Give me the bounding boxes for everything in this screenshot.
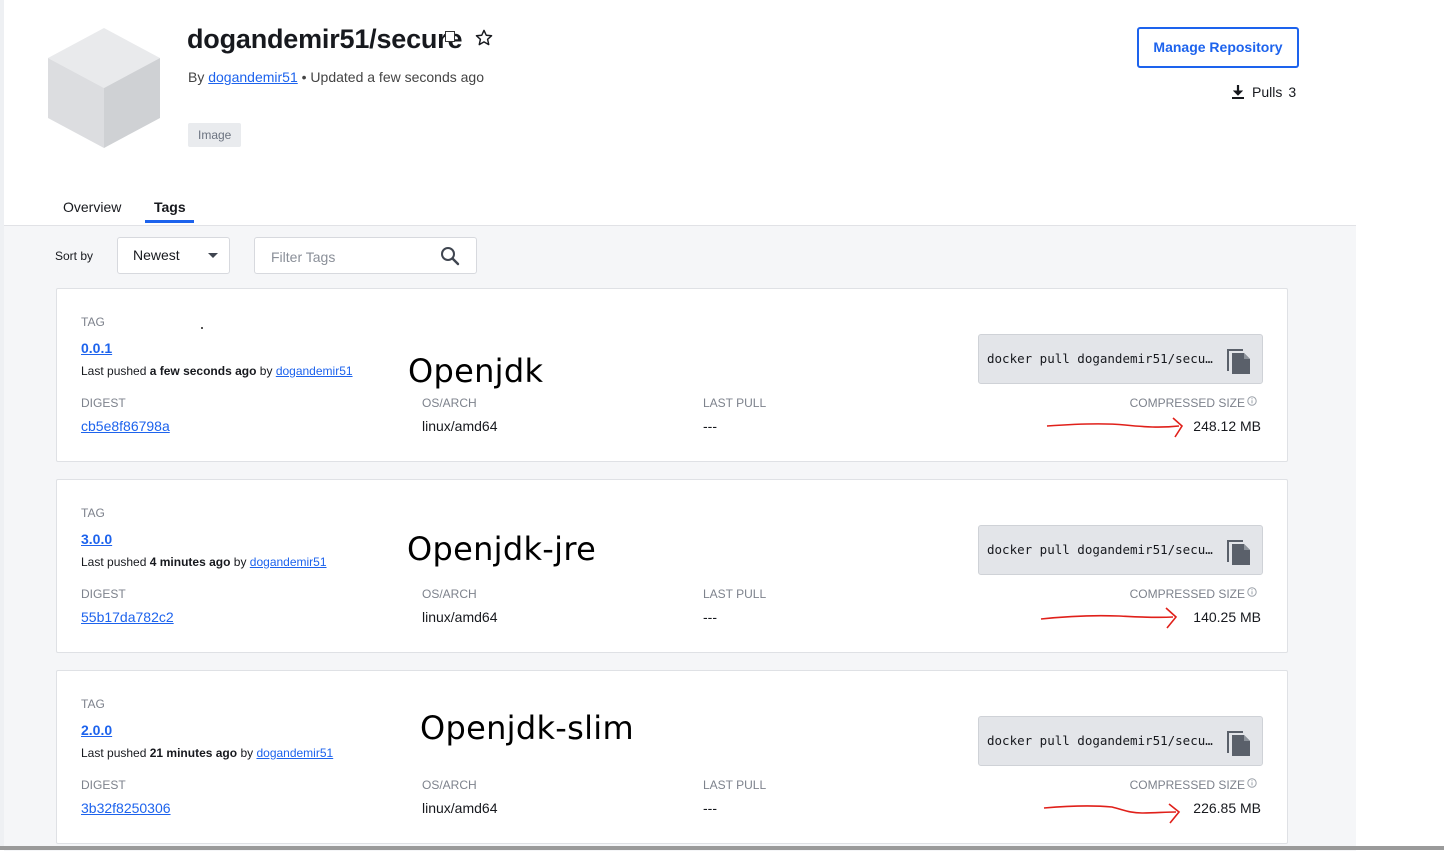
tag-card: TAG 2.0.0 Last pushed 21 minutes ago by … xyxy=(56,670,1288,844)
last-pushed-text: Last pushed a few seconds ago by dogande… xyxy=(81,364,353,378)
pushed-time: 4 minutes ago xyxy=(149,555,231,569)
pushed-prefix: Last pushed xyxy=(81,555,147,569)
download-icon xyxy=(1232,85,1244,99)
digest-link[interactable]: 55b17da782c2 xyxy=(81,609,174,625)
compressed-size-value: 140.25 MB xyxy=(1193,609,1261,625)
image-badge: Image xyxy=(188,123,242,147)
pushed-time: a few seconds ago xyxy=(149,364,257,378)
copy-icon[interactable] xyxy=(1223,344,1255,376)
tag-column-label: TAG xyxy=(81,315,105,329)
red-arrow-annotation xyxy=(1040,607,1178,629)
repository-cube-icon xyxy=(48,28,160,148)
docker-pull-command-box[interactable]: docker pull dogandemir51/secure… xyxy=(978,525,1263,575)
stray-dot xyxy=(201,327,203,329)
info-icon[interactable] xyxy=(1247,587,1257,597)
pushed-time: 21 minutes ago xyxy=(149,746,238,760)
repository-title: dogandemir51/secure xyxy=(187,24,463,54)
pushed-by: by xyxy=(259,364,273,378)
updated-text: • Updated a few seconds ago xyxy=(301,69,484,85)
copy-icon[interactable] xyxy=(1223,535,1255,567)
chevron-down-icon xyxy=(208,253,218,258)
pushed-by: by xyxy=(233,555,247,569)
last-pull-column-label: LAST PULL xyxy=(703,778,767,792)
os-arch-column-label: OS/ARCH xyxy=(422,396,477,410)
copy-icon[interactable] xyxy=(1223,726,1255,758)
tag-link[interactable]: 3.0.0 xyxy=(81,531,112,547)
text-cursor-icon xyxy=(445,31,455,42)
compressed-size-label: COMPRESSED SIZE xyxy=(1129,587,1245,601)
os-arch-value: linux/amd64 xyxy=(422,609,498,625)
filter-tags-input[interactable] xyxy=(269,246,433,268)
annotation-label: Openjdk-jre xyxy=(407,530,597,568)
tag-column-label: TAG xyxy=(81,506,105,520)
sort-value: Newest xyxy=(133,247,180,263)
digest-column-label: DIGEST xyxy=(81,396,126,410)
manage-repository-button[interactable]: Manage Repository xyxy=(1137,27,1299,68)
docker-pull-command: docker pull dogandemir51/secure… xyxy=(987,733,1219,748)
compressed-size-label: COMPRESSED SIZE xyxy=(1129,396,1245,410)
tag-link[interactable]: 0.0.1 xyxy=(81,340,112,356)
annotation-label: Openjdk xyxy=(408,352,544,390)
digest-link[interactable]: 3b32f8250306 xyxy=(81,800,171,816)
pusher-link[interactable]: dogandemir51 xyxy=(250,555,327,569)
star-icon[interactable] xyxy=(474,28,494,48)
last-pull-column-label: LAST PULL xyxy=(703,396,767,410)
pusher-link[interactable]: dogandemir51 xyxy=(276,364,353,378)
os-arch-value: linux/amd64 xyxy=(422,800,498,816)
os-arch-value: linux/amd64 xyxy=(422,418,498,434)
last-pushed-text: Last pushed 4 minutes ago by dogandemir5… xyxy=(81,555,327,569)
compressed-size-value: 248.12 MB xyxy=(1193,418,1261,434)
digest-column-label: DIGEST xyxy=(81,587,126,601)
compressed-size-label: COMPRESSED SIZE xyxy=(1129,778,1245,792)
annotation-label: Openjdk-slim xyxy=(420,709,634,747)
last-pull-value: --- xyxy=(703,609,717,625)
pushed-prefix: Last pushed xyxy=(81,364,147,378)
last-pull-value: --- xyxy=(703,418,717,434)
info-icon[interactable] xyxy=(1247,396,1257,406)
owner-link[interactable]: dogandemir51 xyxy=(208,69,298,85)
digest-column-label: DIGEST xyxy=(81,778,126,792)
pushed-prefix: Last pushed xyxy=(81,746,147,760)
tag-link[interactable]: 2.0.0 xyxy=(81,722,112,738)
pulls-counter: Pulls 3 xyxy=(1230,84,1296,100)
sort-select[interactable]: Newest xyxy=(117,237,230,274)
docker-pull-command-box[interactable]: docker pull dogandemir51/secure… xyxy=(978,716,1263,766)
tag-column-label: TAG xyxy=(81,697,105,711)
tag-card: TAG 3.0.0 Last pushed 4 minutes ago by d… xyxy=(56,479,1288,653)
red-arrow-annotation xyxy=(1046,417,1184,438)
window-bottom-edge xyxy=(0,846,1444,850)
docker-pull-command: docker pull dogandemir51/secure… xyxy=(987,351,1219,366)
repository-byline: By dogandemir51 • Updated a few seconds … xyxy=(188,69,484,85)
pushed-by: by xyxy=(240,746,254,760)
last-pushed-text: Last pushed 21 minutes ago by dogandemir… xyxy=(81,746,333,760)
last-pull-value: --- xyxy=(703,800,717,816)
sort-by-label: Sort by xyxy=(55,249,94,263)
os-arch-column-label: OS/ARCH xyxy=(422,778,477,792)
info-icon[interactable] xyxy=(1247,778,1257,788)
pusher-link[interactable]: dogandemir51 xyxy=(256,746,333,760)
compressed-size-value: 226.85 MB xyxy=(1193,800,1261,816)
os-arch-column-label: OS/ARCH xyxy=(422,587,477,601)
digest-link[interactable]: cb5e8f86798a xyxy=(81,418,170,434)
filter-tags-field[interactable] xyxy=(254,237,477,274)
pulls-count: 3 xyxy=(1288,84,1297,100)
last-pull-column-label: LAST PULL xyxy=(703,587,767,601)
search-icon[interactable] xyxy=(440,246,460,266)
docker-pull-command-box[interactable]: docker pull dogandemir51/secure… xyxy=(978,334,1263,384)
active-tab-indicator xyxy=(145,220,194,223)
tab-overview[interactable]: Overview xyxy=(63,199,121,215)
docker-pull-command: docker pull dogandemir51/secure… xyxy=(987,542,1219,557)
tag-card: TAG 0.0.1 Last pushed a few seconds ago … xyxy=(56,288,1288,462)
byline-prefix: By xyxy=(188,69,205,85)
tab-tags[interactable]: Tags xyxy=(154,199,186,215)
pulls-label: Pulls xyxy=(1252,84,1283,100)
red-arrow-annotation xyxy=(1043,803,1181,824)
